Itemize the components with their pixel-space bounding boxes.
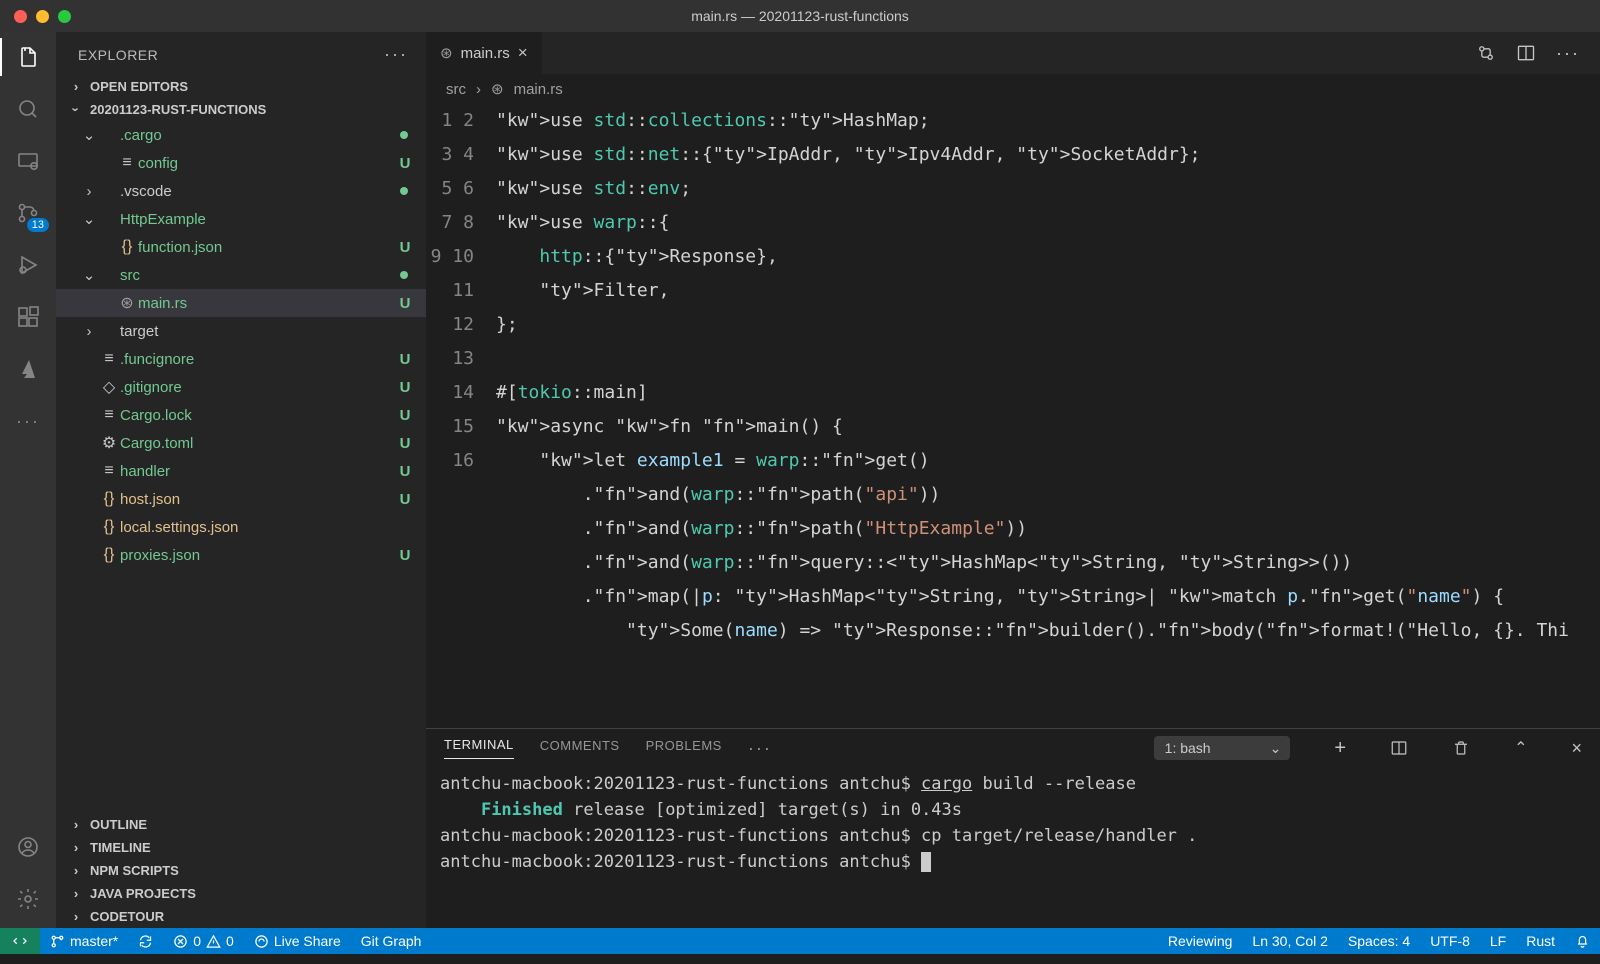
breadcrumb-file[interactable]: main.rs (514, 81, 563, 98)
terminal-output[interactable]: antchu-macbook:20201123-rust-functions a… (426, 767, 1600, 928)
project-section[interactable]: ›20201123-RUST-FUNCTIONS (56, 98, 426, 121)
sidebar-section[interactable]: ›JAVA PROJECTS (56, 882, 426, 905)
cursor-position[interactable]: Ln 30, Col 2 (1242, 928, 1338, 954)
azure-icon[interactable] (13, 354, 43, 384)
sidebar-section[interactable]: ›TIMELINE (56, 836, 426, 859)
breadcrumbs[interactable]: src › ⊛ main.rs (426, 74, 1600, 104)
chevron-right-icon: › (476, 81, 481, 98)
terminal-select[interactable]: 1: bash ⌄ (1154, 736, 1291, 760)
editor-tabs: ⊛ main.rs × ··· (426, 32, 1600, 74)
git-graph[interactable]: Git Graph (351, 928, 432, 954)
file-tree-item[interactable]: {}host.jsonU (56, 485, 426, 513)
explorer-icon[interactable] (13, 42, 43, 72)
problems-tab[interactable]: PROBLEMS (646, 738, 722, 759)
close-window[interactable] (14, 10, 27, 23)
kill-terminal-icon[interactable] (1452, 739, 1470, 757)
sidebar-title: EXPLORER (78, 47, 158, 63)
minimize-window[interactable] (36, 10, 49, 23)
live-share[interactable]: Live Share (244, 928, 351, 954)
file-tree-item[interactable]: ⌄.cargo (56, 121, 426, 149)
comments-tab[interactable]: COMMENTS (540, 738, 620, 759)
tab-label: main.rs (461, 45, 510, 62)
search-icon[interactable] (13, 94, 43, 124)
window-title: main.rs — 20201123-rust-functions (691, 8, 909, 24)
sidebar-section[interactable]: ›OUTLINE (56, 813, 426, 836)
file-tree-item[interactable]: ◇.gitignoreU (56, 373, 426, 401)
panel: TERMINAL COMMENTS PROBLEMS ··· 1: bash ⌄… (426, 728, 1600, 928)
code-editor[interactable]: 1 2 3 4 5 6 7 8 9 10 11 12 13 14 15 16 "… (426, 104, 1600, 728)
file-tree-item[interactable]: ⊛main.rsU (56, 289, 426, 317)
split-editor-icon[interactable] (1516, 43, 1536, 63)
encoding[interactable]: UTF-8 (1420, 928, 1480, 954)
compare-icon[interactable] (1476, 43, 1496, 63)
file-tree-item[interactable]: ⚙Cargo.tomlU (56, 429, 426, 457)
file-tree-item[interactable]: {}function.jsonU (56, 233, 426, 261)
sync-icon[interactable] (128, 928, 163, 954)
accounts-icon[interactable] (13, 832, 43, 862)
breadcrumb-folder[interactable]: src (446, 81, 466, 98)
indentation[interactable]: Spaces: 4 (1338, 928, 1420, 954)
file-tree-item[interactable]: ›target (56, 317, 426, 345)
file-tree: ⌄.cargo≡configU›.vscode⌄HttpExample{}fun… (56, 121, 426, 813)
sidebar-more-icon[interactable]: ··· (384, 44, 408, 65)
terminal-tab[interactable]: TERMINAL (444, 737, 514, 759)
language-mode[interactable]: Rust (1516, 928, 1565, 954)
sidebar-header: EXPLORER ··· (56, 32, 426, 75)
extensions-icon[interactable] (13, 302, 43, 332)
file-tree-item[interactable]: ≡configU (56, 149, 426, 177)
editor-actions: ··· (1476, 32, 1600, 74)
editor-area: ⊛ main.rs × ··· src › ⊛ main.rs 1 2 3 4 … (426, 32, 1600, 928)
close-panel-icon[interactable]: × (1571, 738, 1582, 759)
remote-explorer-icon[interactable] (13, 146, 43, 176)
file-tree-item[interactable]: ›.vscode (56, 177, 426, 205)
new-terminal-icon[interactable]: + (1334, 737, 1346, 760)
chevron-down-icon: ⌄ (1270, 740, 1282, 757)
remote-indicator[interactable] (0, 928, 40, 954)
file-tree-item[interactable]: ≡Cargo.lockU (56, 401, 426, 429)
open-editors-section[interactable]: ›OPEN EDITORS (56, 75, 426, 98)
settings-gear-icon[interactable] (13, 884, 43, 914)
file-tree-item[interactable]: ⌄HttpExample (56, 205, 426, 233)
errors-warnings[interactable]: 0 0 (163, 928, 244, 954)
maximize-panel-icon[interactable]: ⌃ (1514, 738, 1527, 758)
sidebar-section[interactable]: ›CODETOUR (56, 905, 426, 928)
rust-file-icon: ⊛ (491, 80, 504, 98)
split-terminal-icon[interactable] (1390, 739, 1408, 757)
run-debug-icon[interactable] (13, 250, 43, 280)
status-bar: master* 0 0 Live Share Git Graph Reviewi… (0, 928, 1600, 954)
more-icon[interactable]: ··· (13, 406, 43, 436)
main: 13 ··· EXPLORER ··· ›OPEN EDITORS (0, 32, 1600, 928)
reviewing[interactable]: Reviewing (1158, 928, 1243, 954)
editor-more-icon[interactable]: ··· (1556, 43, 1580, 64)
eol[interactable]: LF (1480, 928, 1516, 954)
code-content[interactable]: "kw">use std::collections::"ty">HashMap;… (496, 104, 1600, 728)
file-tree-item[interactable]: ≡handlerU (56, 457, 426, 485)
source-control-icon[interactable]: 13 (13, 198, 43, 228)
notifications-icon[interactable] (1565, 928, 1600, 954)
tab-main-rs[interactable]: ⊛ main.rs × (426, 32, 542, 74)
titlebar: main.rs — 20201123-rust-functions (0, 0, 1600, 32)
git-branch[interactable]: master* (40, 928, 128, 954)
file-tree-item[interactable]: ≡.funcignoreU (56, 345, 426, 373)
sidebar: EXPLORER ··· ›OPEN EDITORS ›20201123-RUS… (56, 32, 426, 928)
maximize-window[interactable] (58, 10, 71, 23)
rust-file-icon: ⊛ (440, 44, 453, 62)
file-tree-item[interactable]: {}local.settings.json (56, 513, 426, 541)
window-controls (0, 10, 71, 23)
file-tree-item[interactable]: {}proxies.jsonU (56, 541, 426, 569)
close-tab-icon[interactable]: × (518, 43, 528, 63)
panel-more-icon[interactable]: ··· (748, 738, 772, 759)
scm-badge: 13 (27, 218, 49, 232)
panel-tabs: TERMINAL COMMENTS PROBLEMS ··· 1: bash ⌄… (426, 729, 1600, 767)
activity-bar: 13 ··· (0, 32, 56, 928)
line-numbers: 1 2 3 4 5 6 7 8 9 10 11 12 13 14 15 16 (426, 104, 496, 728)
sidebar-section[interactable]: ›NPM SCRIPTS (56, 859, 426, 882)
file-tree-item[interactable]: ⌄src (56, 261, 426, 289)
